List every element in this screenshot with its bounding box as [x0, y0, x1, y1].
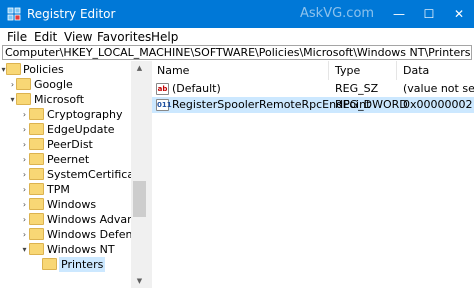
folder-icon — [29, 138, 44, 150]
column-header-type[interactable]: Type — [330, 61, 397, 80]
folder-icon — [42, 258, 57, 270]
value-row[interactable]: 011 RegisterSpoolerRemoteRpcEndPoint REG… — [152, 97, 474, 113]
expand-chevron-icon[interactable]: › — [20, 197, 29, 212]
folder-icon — [29, 183, 44, 195]
tree-item-label: Google — [34, 78, 73, 91]
menu-view[interactable]: View — [64, 30, 92, 44]
tree-item-label: Policies — [23, 63, 64, 76]
tree-item-label: Cryptography — [47, 108, 123, 121]
expand-chevron-icon[interactable]: › — [20, 137, 29, 152]
expand-chevron-icon[interactable]: › — [20, 167, 29, 182]
folder-icon — [29, 243, 44, 255]
tree-item-label: PeerDist — [47, 138, 93, 151]
expand-chevron-icon[interactable]: › — [20, 227, 29, 242]
folder-icon — [29, 123, 44, 135]
tree-scrollbar[interactable]: ▲ ▼ — [131, 61, 148, 288]
folder-icon — [16, 93, 31, 105]
scroll-up-icon[interactable]: ▲ — [131, 61, 148, 75]
folder-icon — [29, 198, 44, 210]
menu-edit[interactable]: Edit — [34, 30, 57, 44]
registry-editor-icon — [7, 7, 21, 21]
menu-favorites[interactable]: Favorites — [97, 30, 151, 44]
value-data: (value not set) — [403, 82, 474, 95]
scrollbar-thumb[interactable] — [133, 181, 146, 217]
folder-icon — [29, 153, 44, 165]
expand-chevron-icon[interactable]: › — [20, 212, 29, 227]
folder-icon — [29, 213, 44, 225]
watermark: AskVG.com — [300, 6, 375, 21]
value-type: REG_DWORD — [335, 98, 408, 111]
binary-value-icon: 011 — [156, 99, 172, 111]
folder-icon — [29, 168, 44, 180]
menu-file[interactable]: File — [7, 30, 27, 44]
tree-item-label: Windows — [47, 198, 97, 211]
close-button[interactable]: ✕ — [444, 0, 474, 28]
folder-icon — [6, 63, 21, 75]
tree-item-label: Printers — [59, 257, 106, 272]
menu-help[interactable]: Help — [151, 30, 178, 44]
maximize-button[interactable]: ☐ — [414, 0, 444, 28]
values-list: Name Type Data ab (Default) REG_SZ (valu… — [152, 61, 474, 288]
key-tree: ▾ Policies › Google ▾ Microsoft › Crypto… — [0, 61, 148, 288]
folder-icon — [29, 108, 44, 120]
value-name: (Default) — [172, 82, 221, 95]
expand-chevron-icon[interactable]: › — [20, 107, 29, 122]
tree-item-label: EdgeUpdate — [47, 123, 115, 136]
expand-chevron-icon[interactable]: › — [20, 182, 29, 197]
value-type: REG_SZ — [335, 82, 379, 95]
address-path[interactable]: Computer\HKEY_LOCAL_MACHINE\SOFTWARE\Pol… — [5, 46, 471, 59]
value-data: 0x00000002 (2) — [403, 98, 474, 111]
window-title: Registry Editor — [27, 7, 116, 21]
tree-item-label: Peernet — [47, 153, 90, 166]
column-header-data[interactable]: Data — [398, 61, 474, 80]
expand-chevron-icon[interactable]: › — [20, 122, 29, 137]
address-bar[interactable]: Computer\HKEY_LOCAL_MACHINE\SOFTWARE\Pol… — [2, 45, 472, 60]
folder-icon — [29, 228, 44, 240]
folder-icon — [16, 78, 31, 90]
title-bar: Registry Editor AskVG.com — ☐ ✕ — [0, 0, 474, 28]
tree-item-label: Windows NT — [47, 243, 115, 256]
expand-chevron-icon[interactable]: ▾ — [20, 242, 29, 257]
menu-bar: File Edit View Favorites Help — [0, 28, 474, 46]
scroll-down-icon[interactable]: ▼ — [131, 274, 148, 288]
string-value-icon: ab — [156, 83, 169, 95]
expand-chevron-icon[interactable]: › — [20, 152, 29, 167]
value-row[interactable]: ab (Default) REG_SZ (value not set) — [152, 81, 474, 97]
column-header-name[interactable]: Name — [152, 61, 329, 80]
tree-item-label: Microsoft — [34, 93, 85, 106]
tree-item-label: TPM — [47, 183, 70, 196]
minimize-button[interactable]: — — [384, 0, 414, 28]
